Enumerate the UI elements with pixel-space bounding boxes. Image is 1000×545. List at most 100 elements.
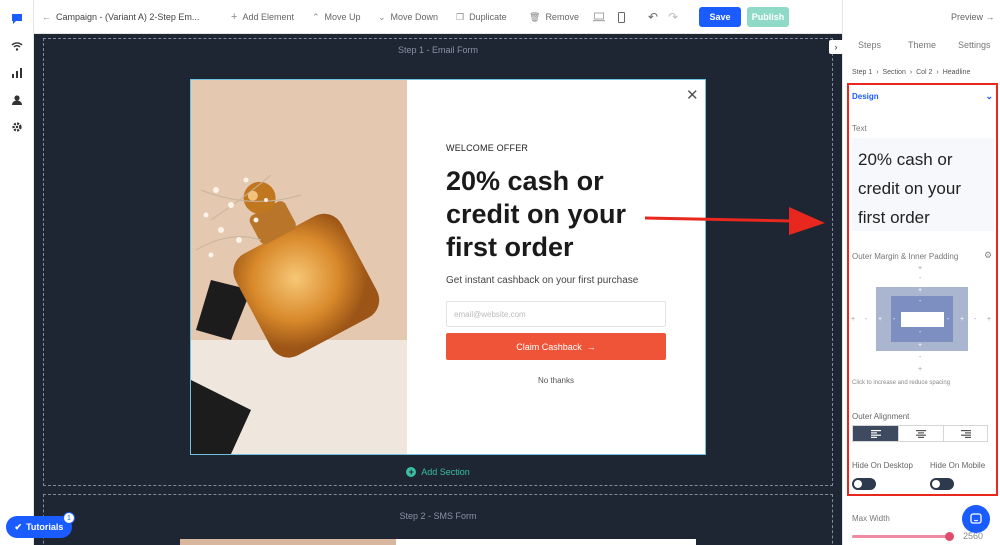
chat-bubble-icon [970, 513, 982, 524]
chat-support-button[interactable] [962, 505, 990, 533]
undo-button[interactable]: ↶ [648, 0, 658, 34]
alignment-label: Outer Alignment [852, 412, 910, 421]
step-2-frame[interactable]: Step 2 - SMS Form [43, 494, 833, 545]
top-right-preview-link[interactable]: Preview → [951, 12, 995, 22]
popup-preview[interactable]: ✕ WELCOME OFFER 20% cash or credit on yo… [190, 79, 706, 455]
breadcrumb-separator-icon: › [876, 69, 879, 76]
arrow-annotation [644, 201, 825, 246]
close-icon[interactable]: ✕ [686, 88, 699, 103]
slider-handle[interactable] [945, 532, 954, 541]
text-editor[interactable]: 20% cash or credit on your first order [852, 138, 994, 231]
plus-icon[interactable]: + [918, 265, 922, 272]
mobile-icon [618, 11, 625, 23]
minus-icon[interactable]: - [947, 316, 949, 323]
breadcrumb-headline[interactable]: Headline [943, 69, 971, 76]
design-label: Design [852, 92, 879, 101]
top-toolbar: ← Campaign - (Variant A) 2-Step Em... + … [34, 0, 842, 34]
spacing-hint: Click to increase and reduce spacing [852, 380, 951, 386]
wifi-icon[interactable] [9, 38, 25, 54]
plus-icon[interactable]: + [918, 287, 922, 294]
move-down-button[interactable]: ⌄ Move Down [378, 0, 438, 34]
minus-icon[interactable]: - [919, 275, 921, 282]
hide-mobile-label: Hide On Mobile [930, 461, 986, 470]
tutorials-label: Tutorials [26, 522, 64, 532]
breadcrumb-section[interactable]: Section [883, 69, 906, 76]
minus-icon[interactable]: - [865, 316, 867, 323]
plus-icon[interactable]: + [960, 316, 964, 323]
max-width-label: Max Width [852, 514, 890, 523]
chevron-right-icon: › [834, 42, 838, 52]
plus-icon[interactable]: + [851, 316, 855, 323]
gear-icon[interactable]: ⚙ [984, 250, 992, 261]
duplicate-button[interactable]: ❐ Duplicate [456, 0, 507, 34]
spacing-widget[interactable]: + - + - - + - + + - + - - + - + [850, 265, 997, 377]
desktop-icon [593, 12, 605, 22]
minus-icon[interactable]: - [974, 316, 976, 323]
add-element-button[interactable]: + Add Element [231, 0, 294, 34]
minus-icon[interactable]: - [919, 298, 921, 305]
minus-icon[interactable]: - [893, 316, 895, 323]
step-2-label: Step 2 - SMS Form [399, 511, 477, 521]
desktop-view-button[interactable] [593, 0, 605, 34]
plus-icon[interactable]: + [918, 366, 922, 373]
align-left-button[interactable] [853, 426, 898, 441]
tab-steps[interactable]: Steps [858, 40, 881, 50]
publish-button[interactable]: Publish [747, 7, 789, 27]
redo-button[interactable]: ↷ [668, 0, 678, 34]
collapse-sidebar-button[interactable]: › [829, 40, 843, 54]
gear-icon[interactable] [9, 119, 25, 135]
campaign-title: Campaign - (Variant A) 2-Step Em... [56, 12, 200, 22]
step-1-frame[interactable]: Step 1 - Email Form ✕ WELCOME OFFER 20% … [43, 38, 833, 486]
step-2-popup-content [396, 539, 696, 545]
plus-icon[interactable]: + [987, 316, 991, 323]
add-section-button[interactable]: + Add Section [44, 467, 832, 477]
hide-mobile-toggle[interactable] [930, 478, 954, 490]
right-sidebar: › Steps Theme Settings Preview → Step 1 … [829, 0, 1000, 545]
perfume-bottle-image [191, 80, 407, 454]
plus-icon[interactable]: + [878, 316, 882, 323]
breadcrumb-separator-icon: › [909, 69, 913, 76]
mobile-view-button[interactable] [618, 0, 625, 34]
redo-icon: ↷ [668, 10, 679, 24]
step-1-label: Step 1 - Email Form [397, 45, 479, 55]
claim-cashback-label: Claim Cashback [516, 341, 582, 352]
tutorials-button[interactable]: ✔ Tutorials [6, 516, 72, 538]
preview-label: Preview [951, 12, 984, 22]
text-editor-line-3: first order [858, 208, 930, 227]
back-link[interactable]: ← Campaign - (Variant A) 2-Step Em... [42, 0, 199, 34]
no-thanks-link[interactable]: No thanks [446, 376, 666, 385]
plus-icon[interactable]: + [918, 342, 922, 349]
breadcrumb-separator-icon: › [936, 69, 939, 76]
step-2-popup-preview [180, 539, 396, 545]
breadcrumb-col[interactable]: Col 2 [916, 69, 932, 76]
analytics-icon[interactable] [9, 65, 25, 81]
hide-desktop-label: Hide On Desktop [852, 461, 913, 470]
max-width-slider[interactable] [852, 532, 954, 541]
minus-icon[interactable]: - [919, 329, 921, 336]
hide-desktop-toggle[interactable] [852, 478, 876, 490]
tab-theme[interactable]: Theme [908, 40, 936, 50]
subtext: Get instant cashback on your first purch… [446, 275, 639, 286]
remove-button[interactable]: 🗑 Remove [529, 0, 579, 34]
editor-canvas: Step 1 - Email Form ✕ WELCOME OFFER 20% … [34, 34, 842, 545]
tab-settings[interactable]: Settings [958, 40, 991, 50]
chat-icon[interactable] [9, 11, 25, 27]
move-down-label: Move Down [390, 12, 439, 22]
headline-line-1: 20% cash or [446, 166, 604, 196]
check-icon: ✔ [14, 521, 23, 532]
content-box [901, 312, 944, 327]
trash-icon: 🗑 [529, 11, 541, 22]
align-right-icon [961, 429, 971, 438]
email-input[interactable]: email@website.com [446, 301, 666, 327]
minus-icon[interactable]: - [919, 354, 921, 361]
user-icon[interactable] [9, 92, 25, 108]
align-right-button[interactable] [943, 426, 988, 441]
arrow-right-icon: → [586, 341, 596, 352]
breadcrumb-step[interactable]: Step 1 [852, 69, 872, 76]
move-up-button[interactable]: ⌃ Move Up [312, 0, 361, 34]
claim-cashback-button[interactable]: Claim Cashback → [446, 333, 666, 360]
design-accordion[interactable]: Design ⌄ [852, 91, 993, 101]
margin-padding-label: Outer Margin & Inner Padding [852, 252, 959, 261]
align-center-button[interactable] [898, 426, 943, 441]
save-button[interactable]: Save [699, 7, 741, 27]
